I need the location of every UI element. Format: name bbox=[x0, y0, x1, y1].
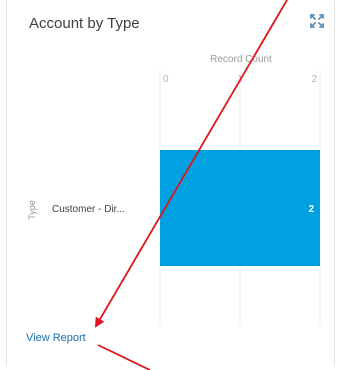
x-tick-label: 2 bbox=[311, 74, 317, 85]
y-axis-title: Type bbox=[27, 200, 37, 220]
view-report-link[interactable]: View Report bbox=[26, 332, 86, 344]
bar-chart: Record Count 0 1 2 Type Customer - Dir... 2 bbox=[27, 54, 321, 326]
x-axis-ticks: 0 1 2 bbox=[163, 74, 317, 85]
x-axis-title: Record Count bbox=[210, 54, 272, 65]
chart-bars: Customer - Dir... 2 bbox=[52, 150, 320, 266]
x-tick-label: 1 bbox=[237, 74, 243, 85]
bar[interactable] bbox=[160, 150, 320, 266]
y-category-label: Customer - Dir... bbox=[52, 204, 125, 215]
x-tick-label: 0 bbox=[163, 74, 169, 85]
data-label: 2 bbox=[308, 204, 314, 215]
